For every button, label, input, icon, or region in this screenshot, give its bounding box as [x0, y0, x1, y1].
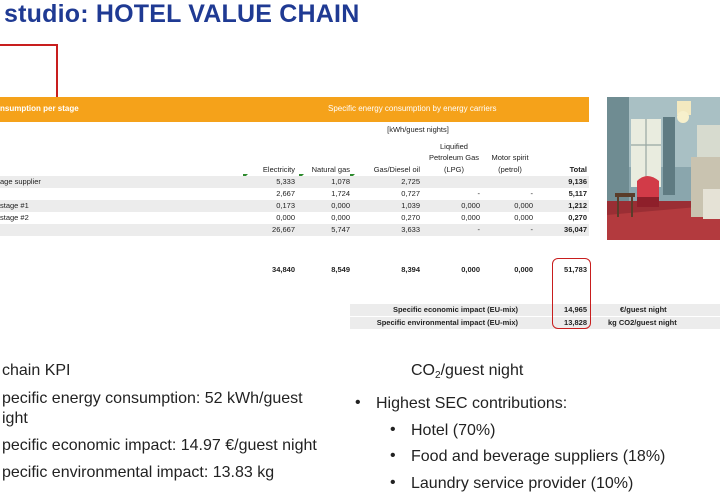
bullet-icon: • — [390, 474, 396, 491]
highlight-frame — [0, 44, 58, 100]
kpi-energy: pecific energy consumption: 52 kWh/guest — [2, 390, 303, 407]
totals-highlight-box — [552, 258, 591, 329]
row-label: stage #1 — [0, 201, 29, 210]
total-natural-gas: 8,549 — [331, 265, 350, 274]
cell: 1,078 — [331, 177, 350, 186]
kpi-heading: chain KPI — [2, 362, 71, 379]
cell: 2,725 — [401, 177, 420, 186]
total-lpg: 0,000 — [461, 265, 480, 274]
row-label: stage #2 — [0, 213, 29, 222]
col-petrol-line1: Motor spirit — [491, 153, 529, 162]
cell: 2,667 — [276, 189, 295, 198]
cell: 0,727 — [401, 189, 420, 198]
col-lpg-line1: Liquified — [440, 142, 468, 151]
cell: - — [530, 189, 534, 198]
cell: - — [530, 225, 534, 234]
col-natural-gas: Natural gas — [311, 165, 350, 174]
table-header-band — [0, 97, 589, 122]
list-item: Hotel (70%) — [411, 422, 496, 439]
list-item: Laundry service provider (10%) — [411, 475, 634, 492]
cell: 0,000 — [276, 213, 295, 222]
hotel-room-photo — [607, 97, 720, 240]
bullet-icon: • — [390, 447, 396, 464]
cell: 0,173 — [276, 201, 295, 210]
total-electricity: 34,840 — [272, 265, 295, 274]
bullet-icon: • — [355, 394, 361, 411]
cell: 3,633 — [401, 225, 420, 234]
environmental-impact-label: Specific environmental impact (EU-mix) — [376, 318, 518, 327]
kpi-energy-cont: ight — [2, 410, 28, 427]
col-electricity: Electricity — [262, 165, 295, 174]
col-petrol-line2: (petrol) — [498, 165, 522, 174]
total-gas-diesel: 8,394 — [401, 265, 420, 274]
cell: 5,747 — [331, 225, 350, 234]
kpi-environmental: pecific environmental impact: 13.83 kg — [2, 464, 275, 481]
sec-heading: Highest SEC contributions: — [376, 395, 568, 412]
cell: 1,724 — [331, 189, 350, 198]
list-item: Food and beverage suppliers (18%) — [411, 448, 666, 465]
col-lpg-line3: (LPG) — [443, 165, 464, 174]
cell-total: 0,270 — [568, 213, 587, 222]
kpi-economic: pecific economic impact: 14.97 €/guest n… — [2, 437, 317, 454]
row-label: age supplier — [0, 177, 41, 186]
cell-total: 9,136 — [568, 177, 587, 186]
table-header-left: nsumption per stage — [0, 104, 79, 113]
table-header-center: Specific energy consumption by energy ca… — [328, 104, 497, 113]
total-petrol: 0,000 — [514, 265, 533, 274]
cell: 0,000 — [331, 201, 350, 210]
unit-label: [kWh/guest nights] — [387, 125, 449, 134]
cell: 1,039 — [401, 201, 420, 210]
cell: 0,000 — [461, 213, 480, 222]
slide-title: studio: HOTEL VALUE CHAIN — [4, 0, 360, 28]
cell-total: 36,047 — [564, 225, 587, 234]
cell: 0,000 — [461, 201, 480, 210]
cell: - — [477, 225, 481, 234]
cell: - — [477, 189, 481, 198]
cell: 5,333 — [276, 177, 295, 186]
col-lpg-line2: Petroleum Gas — [428, 153, 480, 162]
cell: 26,667 — [272, 225, 295, 234]
cell: 0,000 — [331, 213, 350, 222]
col-total: Total — [569, 165, 587, 174]
economic-impact-unit: €/guest night — [620, 305, 667, 314]
environmental-impact-unit: kg CO2/guest night — [608, 318, 677, 327]
cell: 0,270 — [401, 213, 420, 222]
cell-total: 1,212 — [568, 201, 587, 210]
cell-total: 5,117 — [568, 189, 587, 198]
co2-unit-label: CO2/guest night — [411, 362, 524, 381]
col-gas-diesel: Gas/Diesel oil — [373, 165, 420, 174]
cell: 0,000 — [514, 213, 533, 222]
economic-impact-label: Specific economic impact (EU-mix) — [392, 305, 518, 314]
bullet-icon: • — [390, 421, 396, 438]
cell: 0,000 — [514, 201, 533, 210]
